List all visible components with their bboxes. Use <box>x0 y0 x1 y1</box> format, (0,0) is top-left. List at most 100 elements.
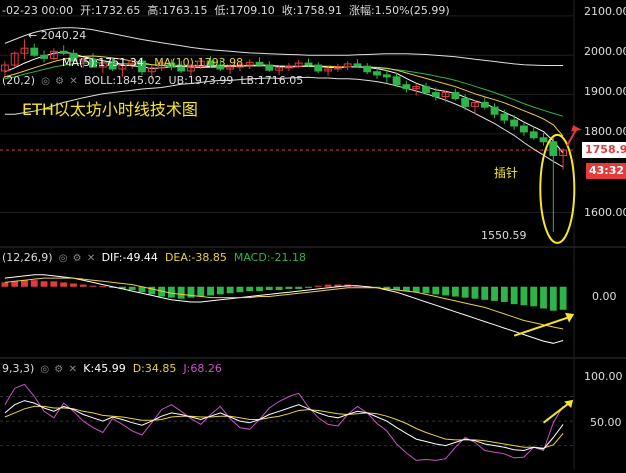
macd-histogram-bar <box>167 286 175 298</box>
macd-histogram-bar <box>89 285 97 287</box>
macd-histogram-bar <box>500 286 508 302</box>
header-close: 收:1758.91 <box>281 4 342 17</box>
low-value: 1550.59 <box>481 229 527 242</box>
macd-histogram-bar <box>295 286 303 289</box>
macd-histogram-bar <box>432 286 440 295</box>
header-date: -02-23 00:00 <box>2 4 74 17</box>
axis-tick-1900: 1900.00 <box>584 85 626 98</box>
macd-histogram-bar <box>21 280 28 287</box>
j-line <box>4 383 564 461</box>
macd-params: (12,26,9) <box>2 251 53 264</box>
countdown-badge: 43:32 <box>586 163 626 179</box>
candle-body <box>373 71 381 76</box>
macd-histogram-bar <box>305 286 312 288</box>
macd-histogram-bar <box>559 286 567 310</box>
macd-histogram-bar <box>60 282 68 287</box>
candle-body <box>255 61 264 66</box>
high-value: 2040.24 <box>40 29 87 42</box>
chart-container: -02-23 00:00 开:1732.65 高:1763.15 低:1709.… <box>0 0 626 469</box>
candle-body <box>402 84 411 90</box>
macd-histogram-bar <box>442 286 450 296</box>
ma-legend: MA(5):1751.34 MA(10):1793.98 <box>62 56 243 69</box>
macd-histogram-bar <box>412 286 420 293</box>
close-icon[interactable]: ✕ <box>69 75 79 88</box>
candle-body <box>500 113 509 121</box>
close-icon[interactable]: ✕ <box>68 363 78 376</box>
macd-histogram-bar <box>50 281 58 287</box>
macd-histogram-bar <box>197 286 205 297</box>
k-line <box>4 400 564 452</box>
macd-value-label: MACD:-21.18 <box>233 251 306 264</box>
macd-histogram-bar <box>549 286 557 311</box>
d-label: D:34.85 <box>132 362 177 375</box>
boll-lb-label: LB:1716.05 <box>240 74 304 87</box>
macd-histogram-bar <box>461 286 469 298</box>
candle-body <box>520 125 528 133</box>
up-arrow-kdj <box>542 402 570 424</box>
kdj-legend: 9,3,3) ◎ ⚙ ✕ K:45.99 D:34.85 J:68.26 <box>2 362 222 376</box>
candle-body <box>265 64 274 71</box>
k-label: K:45.99 <box>83 362 126 375</box>
macd-histogram-bar <box>471 286 479 299</box>
macd-histogram-bar <box>481 286 489 300</box>
macd-histogram-bar <box>530 286 538 307</box>
macd-histogram-bar <box>265 286 273 291</box>
boll-ub-label: UB:1973.99 <box>168 74 234 87</box>
header-low: 低:1709.10 <box>214 4 275 17</box>
settings-icon[interactable]: ⚙ <box>72 252 82 265</box>
boll-legend: (20,2) ◎ ⚙ ✕ BOLL:1845.02 UB:1973.99 LB:17… <box>2 74 303 88</box>
header-high: 高:1763.15 <box>147 4 208 17</box>
macd-histogram-bar <box>246 286 254 292</box>
macd-histogram-bar <box>99 286 107 288</box>
kdj-axis-50: 50.00 <box>590 416 622 429</box>
candle-body <box>461 97 470 107</box>
eye-icon[interactable]: ◎ <box>41 75 51 88</box>
settings-icon[interactable]: ⚙ <box>55 75 65 88</box>
high-arrow-icon: ← <box>28 29 38 42</box>
dea-line <box>4 277 564 330</box>
dif-line <box>4 274 564 344</box>
candle-body <box>539 137 548 143</box>
candle-body <box>392 76 401 86</box>
low-marker: 1550.59 <box>481 229 527 242</box>
macd-histogram-bar <box>491 286 498 301</box>
macd-histogram-bar <box>11 281 19 287</box>
current-price-badge: 1758.91 <box>582 142 626 158</box>
candle-body <box>490 106 499 115</box>
chart-canvas <box>0 0 626 469</box>
eye-icon[interactable]: ◎ <box>40 363 50 376</box>
up-arrow-main-head <box>571 125 583 132</box>
settings-icon[interactable]: ⚙ <box>54 363 64 376</box>
candle-body <box>40 54 48 59</box>
macd-histogram-bar <box>40 281 48 287</box>
macd-histogram-bar <box>177 286 185 299</box>
candle-body <box>510 119 519 127</box>
candle-body <box>30 47 39 56</box>
macd-histogram-bar <box>128 286 136 291</box>
wick-annotation-label: 插针 <box>494 166 519 180</box>
candle-body <box>451 92 460 99</box>
j-label: J:68.26 <box>183 362 222 375</box>
candle-body <box>59 50 68 54</box>
candle-body <box>314 64 323 72</box>
header-open: 开:1732.65 <box>80 4 141 17</box>
candle-body <box>422 86 430 94</box>
macd-histogram-bar <box>226 286 234 294</box>
boll-params: (20,2) <box>2 74 36 87</box>
macd-histogram-bar <box>275 286 283 291</box>
macd-histogram-bar <box>79 284 87 287</box>
macd-histogram-bar <box>216 286 224 295</box>
candle-body <box>353 63 362 67</box>
eye-icon[interactable]: ◎ <box>58 252 68 265</box>
macd-histogram-bar <box>451 286 459 297</box>
axis-tick-2100: 2100.00 <box>584 5 626 18</box>
macd-axis-zero: 0.00 <box>592 290 617 303</box>
macd-histogram-bar <box>70 283 77 287</box>
macd-histogram-bar <box>207 286 214 296</box>
wick-highlight-ellipse <box>539 133 576 244</box>
axis-tick-1800: 1800.00 <box>584 125 626 138</box>
macd-histogram-bar <box>30 280 38 287</box>
ma10-label: MA(10):1793.98 <box>154 56 244 69</box>
boll-mid-label: BOLL:1845.02 <box>84 74 162 87</box>
close-icon[interactable]: ✕ <box>86 252 96 265</box>
